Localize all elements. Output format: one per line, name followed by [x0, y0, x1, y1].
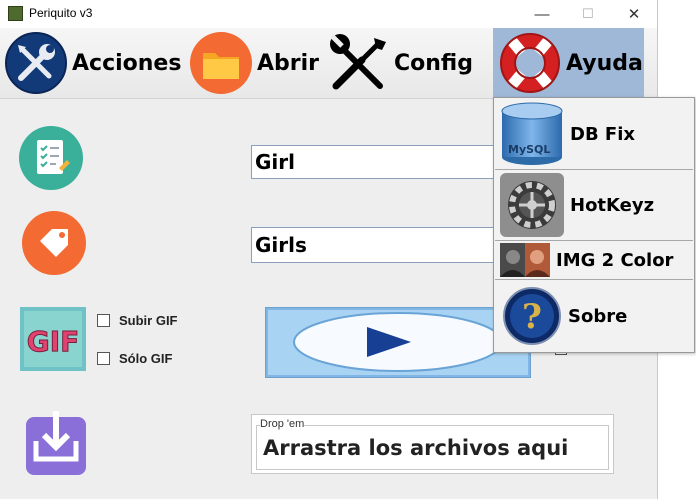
download-icon[interactable] [26, 411, 86, 475]
close-button[interactable]: ✕ [611, 0, 657, 28]
menu-item-img-2-color[interactable]: IMG 2 Color [495, 241, 693, 280]
menu-item-hotkeyz[interactable]: HotKeyz [495, 170, 693, 241]
tag-input[interactable]: Girl [251, 145, 511, 179]
question-icon: ? [503, 287, 561, 345]
menu-item-img-2-color-label: IMG 2 Color [556, 249, 674, 271]
window-title: Periquito v3 [29, 6, 93, 20]
menu-config-label: Config [394, 50, 473, 76]
folder-icon [190, 32, 252, 94]
database-icon: MySQL [501, 102, 563, 165]
menu-acciones-label: Acciones [72, 50, 182, 76]
menu-abrir-label: Abrir [257, 50, 320, 76]
maximize-button[interactable]: ☐ [565, 0, 611, 28]
menu-item-sobre[interactable]: ? Sobre [495, 280, 693, 352]
lifebuoy-icon [500, 33, 560, 93]
drop-zone-legend: Drop 'em [260, 418, 305, 430]
menu-acciones[interactable]: Acciones [4, 28, 181, 98]
gif-icon: GIF [20, 307, 86, 371]
menu-config[interactable]: Config [328, 28, 473, 98]
svg-text:?: ? [522, 297, 542, 337]
app-icon [8, 6, 23, 21]
solo-gif-label: Sólo GIF [119, 351, 173, 366]
solo-gif-box[interactable] [97, 352, 110, 365]
tools-icon [5, 32, 67, 94]
mysql-logo-text: MySQL [508, 143, 550, 156]
gear-icon [500, 173, 564, 237]
play-button[interactable] [265, 307, 531, 378]
menu-abrir[interactable]: Abrir [189, 28, 319, 98]
tag-icon[interactable] [22, 211, 86, 275]
photo-icon [500, 243, 550, 277]
menu-bar: Acciones Abrir Config Ayuda [0, 28, 657, 99]
menu-item-db-fix-label: DB Fix [570, 123, 636, 145]
subir-gif-box[interactable] [97, 314, 110, 327]
menu-ayuda-label: Ayuda [566, 50, 643, 76]
subir-gif-checkbox[interactable]: Subir GIF [97, 313, 178, 328]
drop-zone[interactable]: Drop 'em Arrastra los archivos aqui [251, 414, 614, 474]
checklist-icon[interactable] [19, 126, 83, 190]
board-input[interactable]: Girls [251, 227, 511, 263]
menu-item-sobre-label: Sobre [568, 305, 628, 327]
title-bar: Periquito v3 — ☐ ✕ [0, 0, 657, 28]
subir-gif-label: Subir GIF [119, 313, 178, 328]
gif-logo-text: GIF [27, 325, 80, 358]
menu-item-hotkeyz-label: HotKeyz [570, 194, 655, 216]
drop-zone-text: Arrastra los archivos aqui [263, 436, 569, 460]
menu-ayuda[interactable]: Ayuda [493, 28, 644, 98]
minimize-button[interactable]: — [519, 0, 565, 28]
menu-item-db-fix[interactable]: MySQL DB Fix [495, 99, 693, 170]
ayuda-dropdown: MySQL DB Fix HotKeyz IMG 2 Color ? Sobre [493, 97, 695, 353]
solo-gif-checkbox[interactable]: Sólo GIF [97, 351, 172, 366]
wrench-screwdriver-icon [330, 34, 386, 90]
